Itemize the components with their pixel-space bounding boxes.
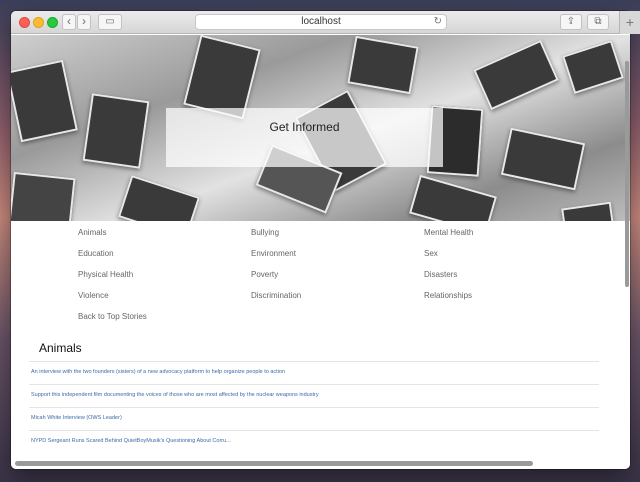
hero-banner: Get Informed <box>11 35 630 221</box>
topic-link-disasters[interactable]: Disasters <box>424 269 598 280</box>
section-heading: Animals <box>39 341 82 355</box>
topic-link-poverty[interactable]: Poverty <box>251 269 424 280</box>
topic-link-environment[interactable]: Environment <box>251 248 424 259</box>
show-tabs-button[interactable]: ⧉ <box>587 14 609 30</box>
hanging-book-image <box>473 39 559 111</box>
sidebar-button[interactable]: ▭ <box>98 14 122 30</box>
topic-link-bullying[interactable]: Bullying <box>251 227 424 238</box>
hanging-book-image <box>561 201 615 221</box>
topic-link-education[interactable]: Education <box>78 248 251 259</box>
story-link[interactable]: NYPD Sergeant Runs Scared Behind QuietBo… <box>29 430 599 453</box>
back-arrow-icon: ‹ <box>67 14 71 28</box>
topic-link-violence[interactable]: Violence <box>78 290 251 301</box>
hanging-book-image <box>11 59 78 143</box>
forward-button[interactable]: › <box>77 14 91 30</box>
hanging-book-image <box>11 171 76 221</box>
topic-link-physical-health[interactable]: Physical Health <box>78 269 251 280</box>
back-button[interactable]: ‹ <box>62 14 76 30</box>
minimize-window-button[interactable] <box>33 17 44 28</box>
title-bar: ‹ › ▭ localhost ↻ ⇪ ⧉ <box>11 11 630 34</box>
horizontal-scrollbar[interactable] <box>15 461 533 466</box>
zoom-window-button[interactable] <box>47 17 58 28</box>
topic-link-animals[interactable]: Animals <box>78 227 251 238</box>
page-content: Get Informed Animals Bullying Mental Hea… <box>11 35 630 469</box>
hanging-book-image <box>82 93 150 169</box>
vertical-scrollbar[interactable] <box>625 61 629 287</box>
hanging-book-image <box>183 35 261 120</box>
sidebar-icon: ▭ <box>105 16 115 27</box>
hanging-book-image <box>117 174 201 221</box>
topic-link-mental-health[interactable]: Mental Health <box>424 227 598 238</box>
share-icon: ⇪ <box>566 16 576 27</box>
story-link[interactable]: Support this independent film documentin… <box>29 384 599 407</box>
new-tab-button[interactable]: + <box>619 11 640 34</box>
topic-links: Animals Bullying Mental Health Education… <box>78 227 598 322</box>
topic-link-discrimination[interactable]: Discrimination <box>251 290 424 301</box>
hanging-book-image <box>409 174 497 221</box>
hanging-book-image <box>562 39 624 95</box>
plus-icon: + <box>625 14 635 30</box>
url-text: localhost <box>301 16 341 27</box>
address-bar[interactable]: localhost ↻ <box>195 14 447 30</box>
hanging-book-image <box>500 127 586 191</box>
tabs-icon: ⧉ <box>594 16 602 27</box>
browser-window: ‹ › ▭ localhost ↻ ⇪ ⧉ Get Informed Anima… <box>11 11 630 469</box>
share-button[interactable]: ⇪ <box>560 14 582 30</box>
story-list: An interview with the two founders (sist… <box>29 361 599 453</box>
topic-link-relationships[interactable]: Relationships <box>424 290 598 301</box>
back-to-top-stories-link[interactable]: Back to Top Stories <box>78 311 251 322</box>
story-link[interactable]: Micah White Interview (OWS Leader) <box>29 407 599 430</box>
hanging-book-image <box>347 35 419 95</box>
hero-title: Get Informed <box>269 120 340 134</box>
reload-icon[interactable]: ↻ <box>434 15 442 29</box>
forward-arrow-icon: › <box>82 14 86 28</box>
close-window-button[interactable] <box>19 17 30 28</box>
hero-title-box: Get Informed <box>166 108 443 167</box>
topic-link-sex[interactable]: Sex <box>424 248 598 259</box>
story-link[interactable]: An interview with the two founders (sist… <box>29 361 599 384</box>
